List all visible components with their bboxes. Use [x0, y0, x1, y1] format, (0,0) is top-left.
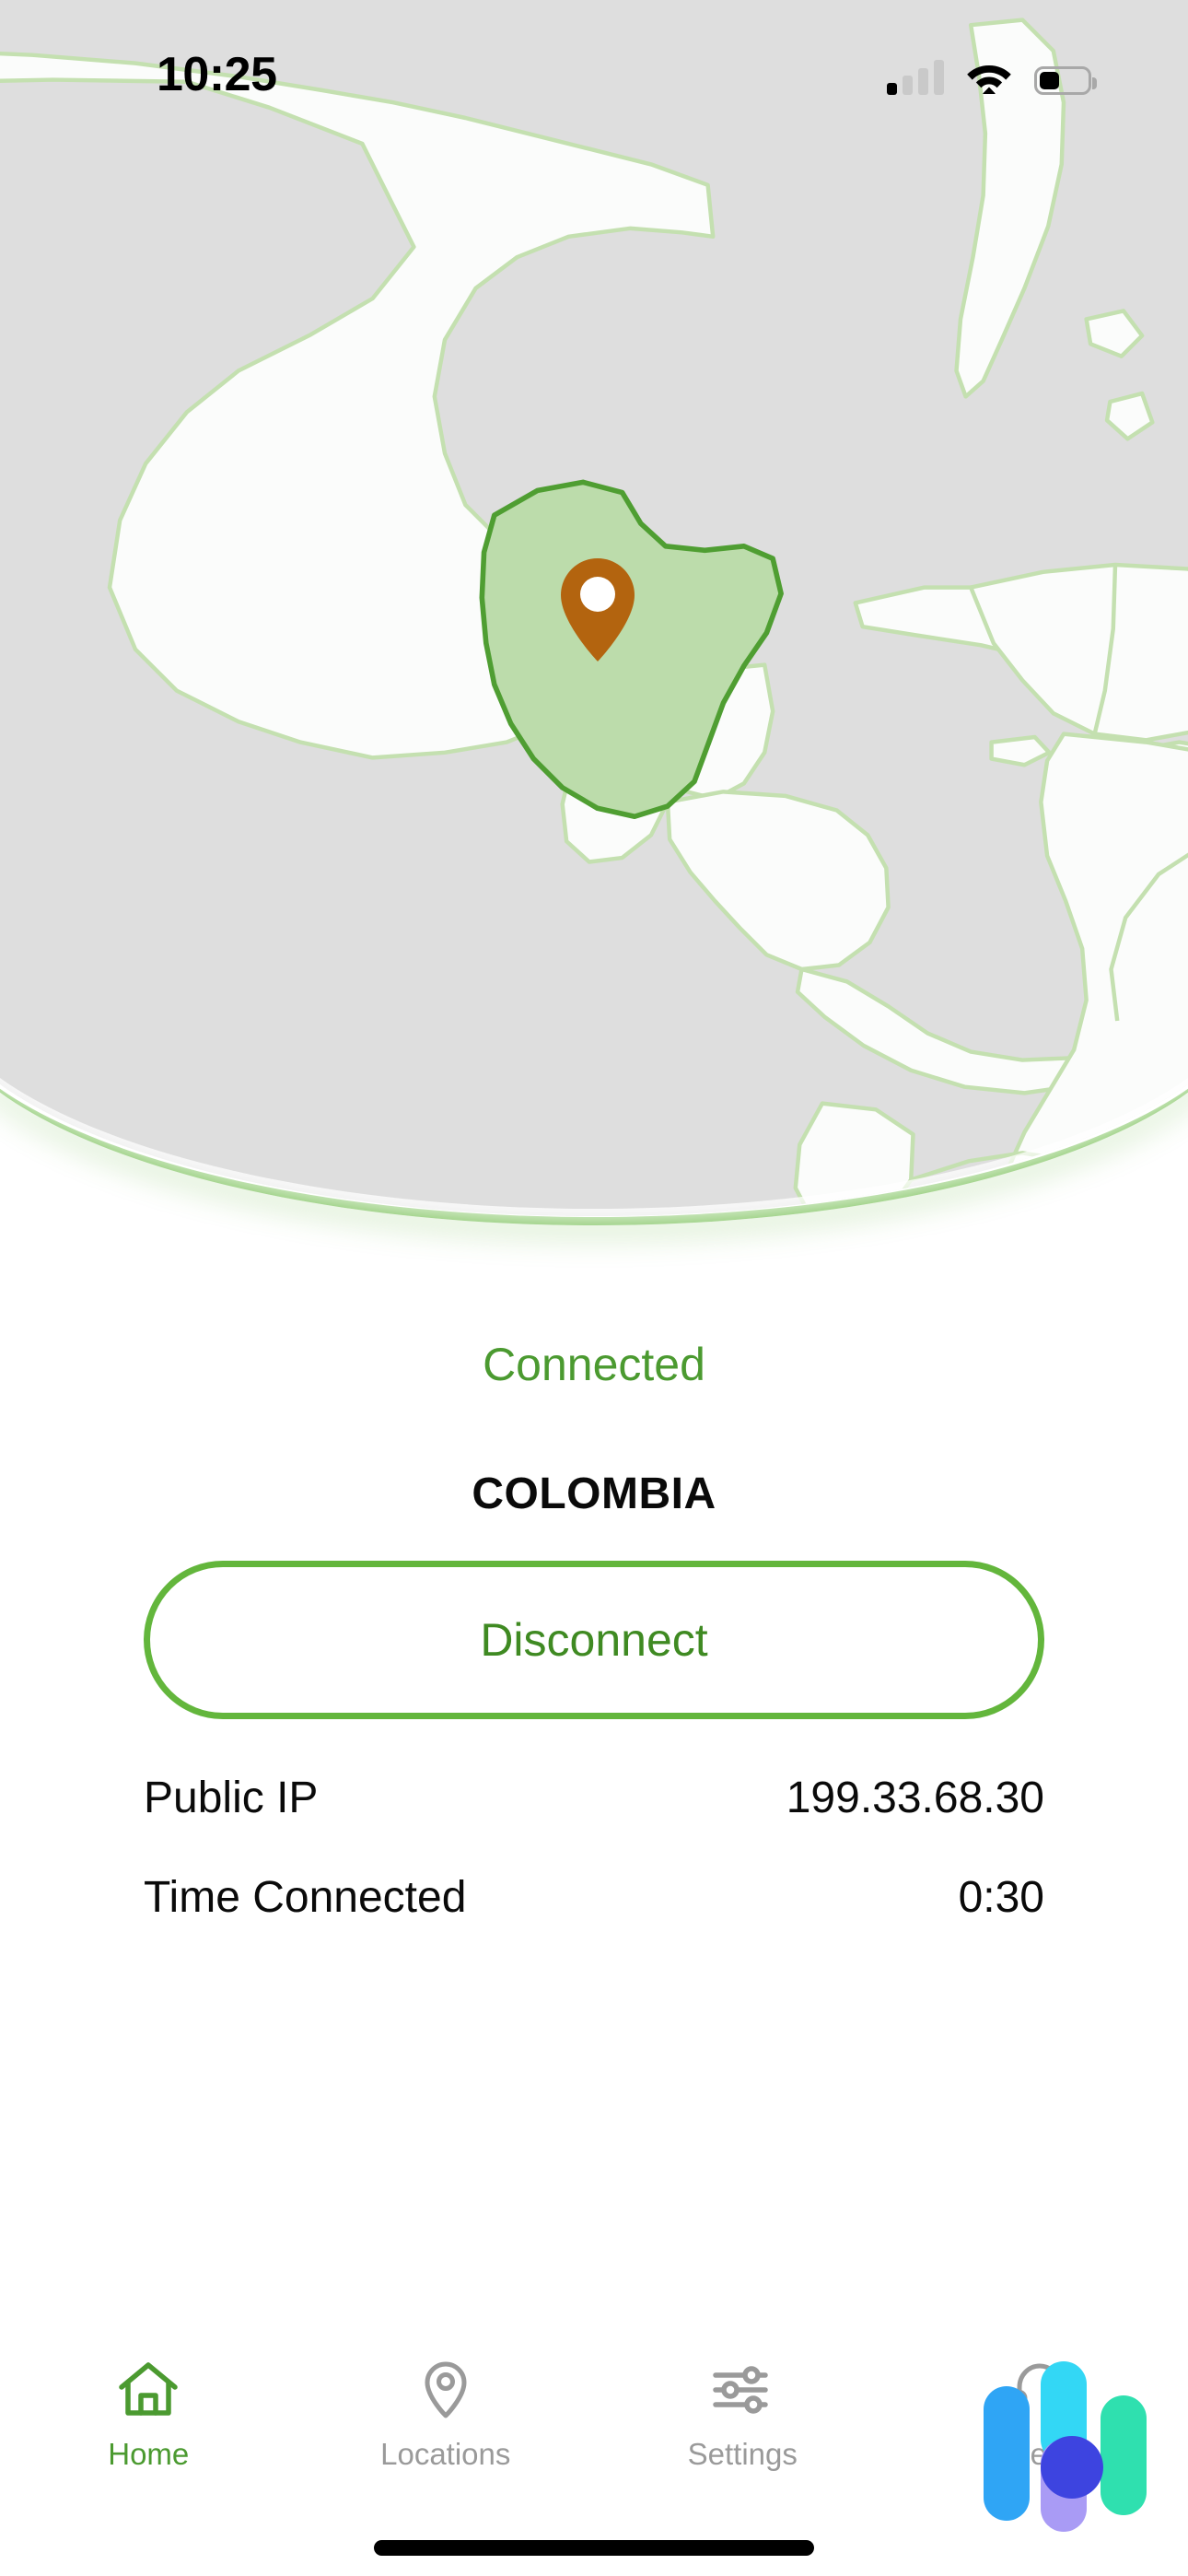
map-pin-outline-icon	[413, 2357, 479, 2423]
tab-locations[interactable]: Locations	[297, 2329, 595, 2576]
connection-status-text: Connected	[483, 1339, 705, 1390]
headset-icon	[1007, 2357, 1073, 2423]
info-row-public-ip: Public IP 199.33.68.30	[144, 1773, 1044, 1872]
tab-locations-label: Locations	[380, 2437, 511, 2471]
home-indicator[interactable]	[374, 2540, 814, 2556]
info-row-time-connected: Time Connected 0:30	[144, 1872, 1044, 1972]
home-icon	[115, 2357, 181, 2423]
connected-country-name: COLOMBIA	[472, 1469, 716, 1518]
sliders-icon	[709, 2357, 775, 2423]
tab-settings[interactable]: Settings	[594, 2329, 891, 2576]
info-label-time-connected: Time Connected	[144, 1873, 467, 1922]
info-label-public-ip: Public IP	[144, 1774, 319, 1822]
tab-home[interactable]: Home	[0, 2329, 297, 2576]
tab-help-label: Help	[1007, 2437, 1071, 2471]
phone-screen: 10:25 Connected COLOMBIA Disconnect Publ…	[0, 0, 1188, 2576]
info-value-time-connected: 0:30	[958, 1873, 1044, 1922]
tab-help[interactable]: Help	[891, 2329, 1188, 2576]
disconnect-button[interactable]: Disconnect	[144, 1561, 1044, 1719]
tab-home-label: Home	[108, 2437, 190, 2471]
connection-info-list: Public IP 199.33.68.30 Time Connected 0:…	[144, 1773, 1044, 1972]
tab-settings-label: Settings	[687, 2437, 798, 2471]
bottom-tab-bar: Home Locations Settings Help	[0, 2329, 1188, 2576]
connection-panel: Connected COLOMBIA Disconnect Public IP …	[0, 1235, 1188, 1972]
info-value-public-ip: 199.33.68.30	[786, 1774, 1044, 1822]
map-pin-icon	[561, 558, 635, 662]
